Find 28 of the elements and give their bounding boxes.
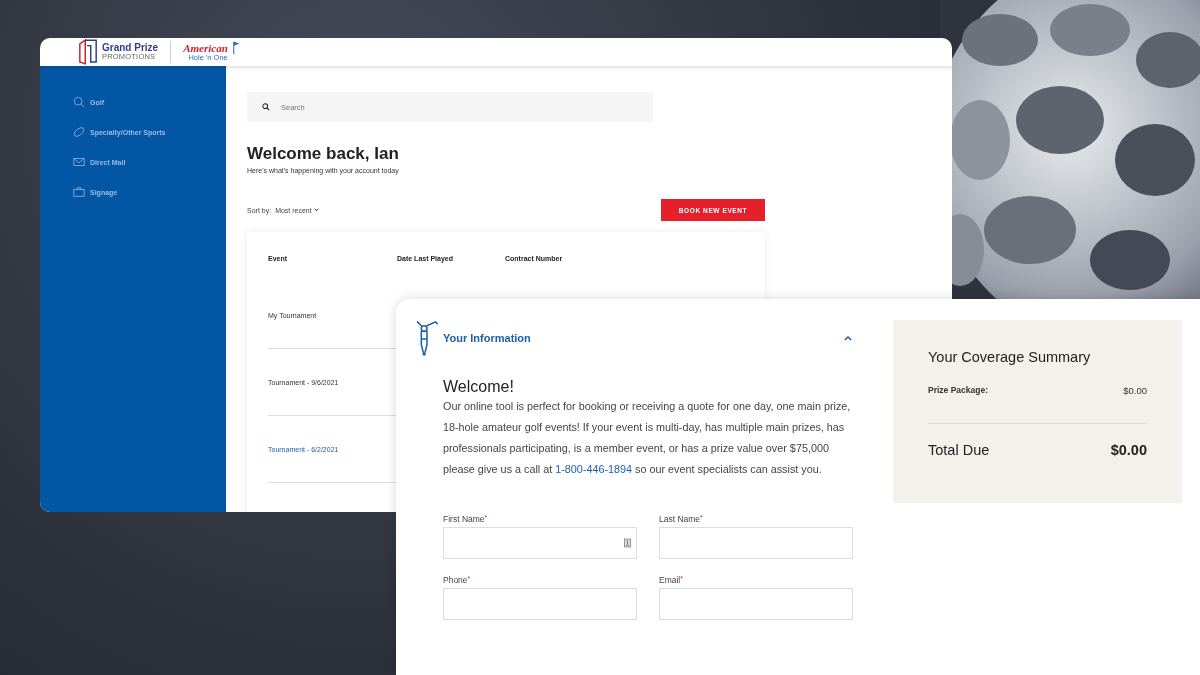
section-title: Your Information: [443, 332, 532, 344]
logo-icon: [78, 38, 98, 66]
welcome-heading: Welcome!: [443, 378, 515, 396]
brand-name: Grand Prize: [102, 43, 159, 54]
mail-icon: [73, 156, 85, 168]
total-label: Total Due: [928, 442, 990, 458]
intro-paragraph: Our online tool is perfect for booking or receiving a quote for one day, one main prize, 18-hole amateur golf events! If your event is multi-day, has multiple main prizes, has professionals participating, is a member event, or has a prize value over $75,000 please give us a call at 1-800-446-1894 so our event specialists can assist you.: [443, 399, 852, 477]
field-label: Phone: [443, 575, 468, 585]
input-field[interactable]: [443, 588, 637, 620]
input-field[interactable]: [659, 527, 853, 559]
flag-icon: [231, 40, 239, 56]
phone-link[interactable]: 1-800-446-1894: [555, 463, 633, 475]
input-field[interactable]: [659, 588, 853, 620]
line-label: Prize Package:: [928, 385, 988, 396]
field-label: First Name: [443, 514, 485, 524]
golfer-icon: [414, 320, 440, 356]
search-icon: [262, 103, 270, 111]
summary-title: Your Coverage Summary: [928, 349, 1092, 365]
page-title: Welcome back, Ian: [247, 144, 400, 164]
total-value: $0.00: [1110, 442, 1147, 458]
line-value: $0.00: [1123, 385, 1147, 396]
partner-name: American: [183, 42, 228, 54]
football-icon: [73, 126, 85, 138]
briefcase-icon: [73, 186, 85, 198]
collapse-chevron-icon[interactable]: [844, 335, 852, 341]
input-field[interactable]: [443, 527, 637, 559]
contact-card-icon[interactable]: [624, 538, 631, 548]
caret-icon: [313, 208, 319, 212]
